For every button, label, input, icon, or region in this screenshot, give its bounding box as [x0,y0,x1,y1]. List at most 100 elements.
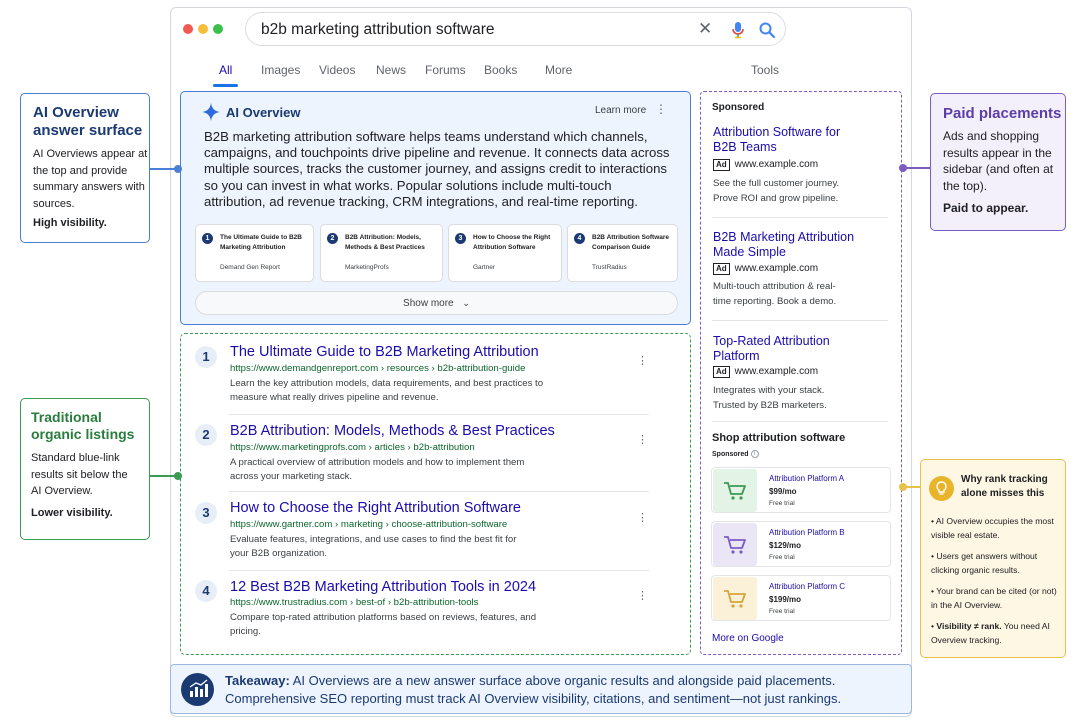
connector-dot [174,472,182,480]
callout-title: AI Overview answer surface [33,104,143,139]
ad-description: Multi-touch attribution & real-time repo… [713,281,837,307]
result-url[interactable]: https://www.trustradius.com › best-of › … [230,597,478,608]
shopping-cart-icon [724,536,746,554]
ai-source-card[interactable]: 2 B2B Attribution: Models, Methods & Bes… [320,224,443,282]
tab-images[interactable]: Images [261,63,300,77]
result-url[interactable]: https://www.marketingprofs.com › article… [230,442,475,453]
learn-more-link[interactable]: Learn more [595,105,646,116]
shopping-sponsored-text: Sponsored [712,450,749,458]
ai-source-card[interactable]: 3 How to Choose the Right Attribution So… [448,224,562,282]
ad-badge: Ad [713,366,730,378]
ad-divider [712,421,888,422]
callout-title: Traditional organic listings [31,409,135,442]
result-title-link[interactable]: 12 Best B2B Marketing Attribution Tools … [230,579,536,595]
ad-title-link[interactable]: B2B Marketing Attribution Made Simple [713,230,873,260]
product-trial: Free trial [769,500,795,507]
callout-footer: High visibility. [33,217,107,229]
bullet-bold: Visibility ≠ rank. [936,621,1002,631]
result-title-link[interactable]: How to Choose the Right Attribution Soft… [230,500,521,516]
product-card[interactable]: Attribution Platform C $199/mo Free tria… [711,575,891,621]
more-options-icon[interactable]: ⋮ [637,354,648,367]
result-divider [229,414,649,415]
result-number: 3 [195,502,217,524]
ai-source-card[interactable]: 4 B2B Attribution Software Comparison Gu… [567,224,678,282]
tab-books[interactable]: Books [484,63,517,77]
result-divider [229,491,649,492]
callout-footer: Lower visibility. [31,507,113,519]
more-options-icon[interactable]: ⋮ [637,589,648,602]
search-input[interactable]: b2b marketing attribution software [261,21,494,39]
active-tab-indicator [213,84,238,87]
product-name[interactable]: Attribution Platform A [769,474,844,483]
ad-domain[interactable]: www.example.com [735,263,818,274]
source-site: MarketingProfs [345,264,389,271]
ad-domain-row: Ad www.example.com [713,366,818,378]
callout-bullets: • AI Overview occupies the most visible … [931,515,1063,647]
product-trial: Free trial [769,608,795,615]
source-site: TrustRadius [592,264,627,271]
ad-domain[interactable]: www.example.com [735,366,818,377]
search-icon[interactable] [758,21,776,39]
shopping-title: Shop attribution software [712,432,846,444]
bullet-text: Users get answers without clicking organ… [931,551,1038,575]
source-title: The Ultimate Guide to B2B Marketing Attr… [220,234,302,251]
ad-title-link[interactable]: Attribution Software for B2B Teams [713,125,843,155]
bar-chart-icon [181,673,214,706]
product-image [713,469,757,512]
tab-all[interactable]: All [219,63,232,77]
search-bar[interactable]: b2b marketing attribution software ✕ [245,12,786,46]
source-site: Gartner [473,264,496,271]
result-url[interactable]: https://www.demandgenreport.com › resour… [230,363,525,374]
tab-forums[interactable]: Forums [425,63,466,77]
tab-more[interactable]: More [545,63,572,77]
more-options-icon[interactable]: ⋮ [637,511,648,524]
product-card[interactable]: Attribution Platform B $129/mo Free tria… [711,521,891,567]
ad-domain-row: Ad www.example.com [713,159,818,171]
microphone-icon[interactable] [731,21,745,39]
more-on-google-link[interactable]: More on Google [712,633,784,644]
product-card[interactable]: Attribution Platform A $99/mo Free trial [711,467,891,513]
ad-badge: Ad [713,263,730,275]
product-image [713,523,757,566]
result-url[interactable]: https://www.gartner.com › marketing › ch… [230,519,507,530]
callout-title: Why rank tracking alone misses this [961,474,1048,499]
window-maximize-dot[interactable] [213,24,223,34]
tab-news[interactable]: News [376,63,406,77]
ai-source-card[interactable]: 1 The Ultimate Guide to B2B Marketing At… [195,224,314,282]
result-title-link[interactable]: The Ultimate Guide to B2B Marketing Attr… [230,344,539,360]
product-name[interactable]: Attribution Platform C [769,582,845,591]
clear-icon[interactable]: ✕ [698,19,712,39]
ad-description: See the full customer journey. Prove ROI… [713,178,840,204]
callout-footer: Paid to appear. [943,201,1029,215]
connector-dot [899,164,907,172]
bullet-text: AI Overview occupies the most visible re… [931,516,1054,540]
connector-line [904,167,930,169]
bullet-item: • AI Overview occupies the most visible … [931,515,1063,542]
source-title: How to Choose the Right Attribution Soft… [473,234,551,251]
more-options-icon[interactable]: ⋮ [637,433,648,446]
ad-domain[interactable]: www.example.com [735,159,818,170]
callout-body: Ads and shopping results appear in the s… [943,129,1054,193]
bullet-text: Your brand can be cited (or not) in the … [931,586,1057,610]
tab-tools[interactable]: Tools [751,63,779,77]
more-options-icon[interactable]: ⋮ [655,102,667,116]
show-more-button[interactable]: Show more ⌄ [195,291,678,315]
text-ad: Attribution Software for B2B Teams Ad www… [713,125,891,204]
product-name[interactable]: Attribution Platform B [769,528,845,537]
ai-overview-summary: B2B marketing attribution software helps… [204,129,670,209]
source-title: B2B Attribution: Models, Methods & Best … [345,234,425,251]
result-number: 4 [195,580,217,602]
chevron-down-icon: ⌄ [462,298,470,308]
bullet-item: • Visibility ≠ rank. You need AI Overvie… [931,620,1063,647]
tab-videos[interactable]: Videos [319,63,355,77]
window-minimize-dot[interactable] [198,24,208,34]
result-title-link[interactable]: B2B Attribution: Models, Methods & Best … [230,423,555,439]
info-icon[interactable]: i [750,450,759,458]
takeaway-banner: Takeaway: AI Overviews are a new answer … [170,664,912,714]
ad-title-link[interactable]: Top-Rated Attribution Platform [713,334,843,364]
window-close-dot[interactable] [183,24,193,34]
product-price: $129/mo [769,541,802,550]
shopping-cart-icon [724,482,746,500]
text-ad: Top-Rated Attribution Platform Ad www.exa… [713,334,891,411]
ad-divider [712,217,888,218]
